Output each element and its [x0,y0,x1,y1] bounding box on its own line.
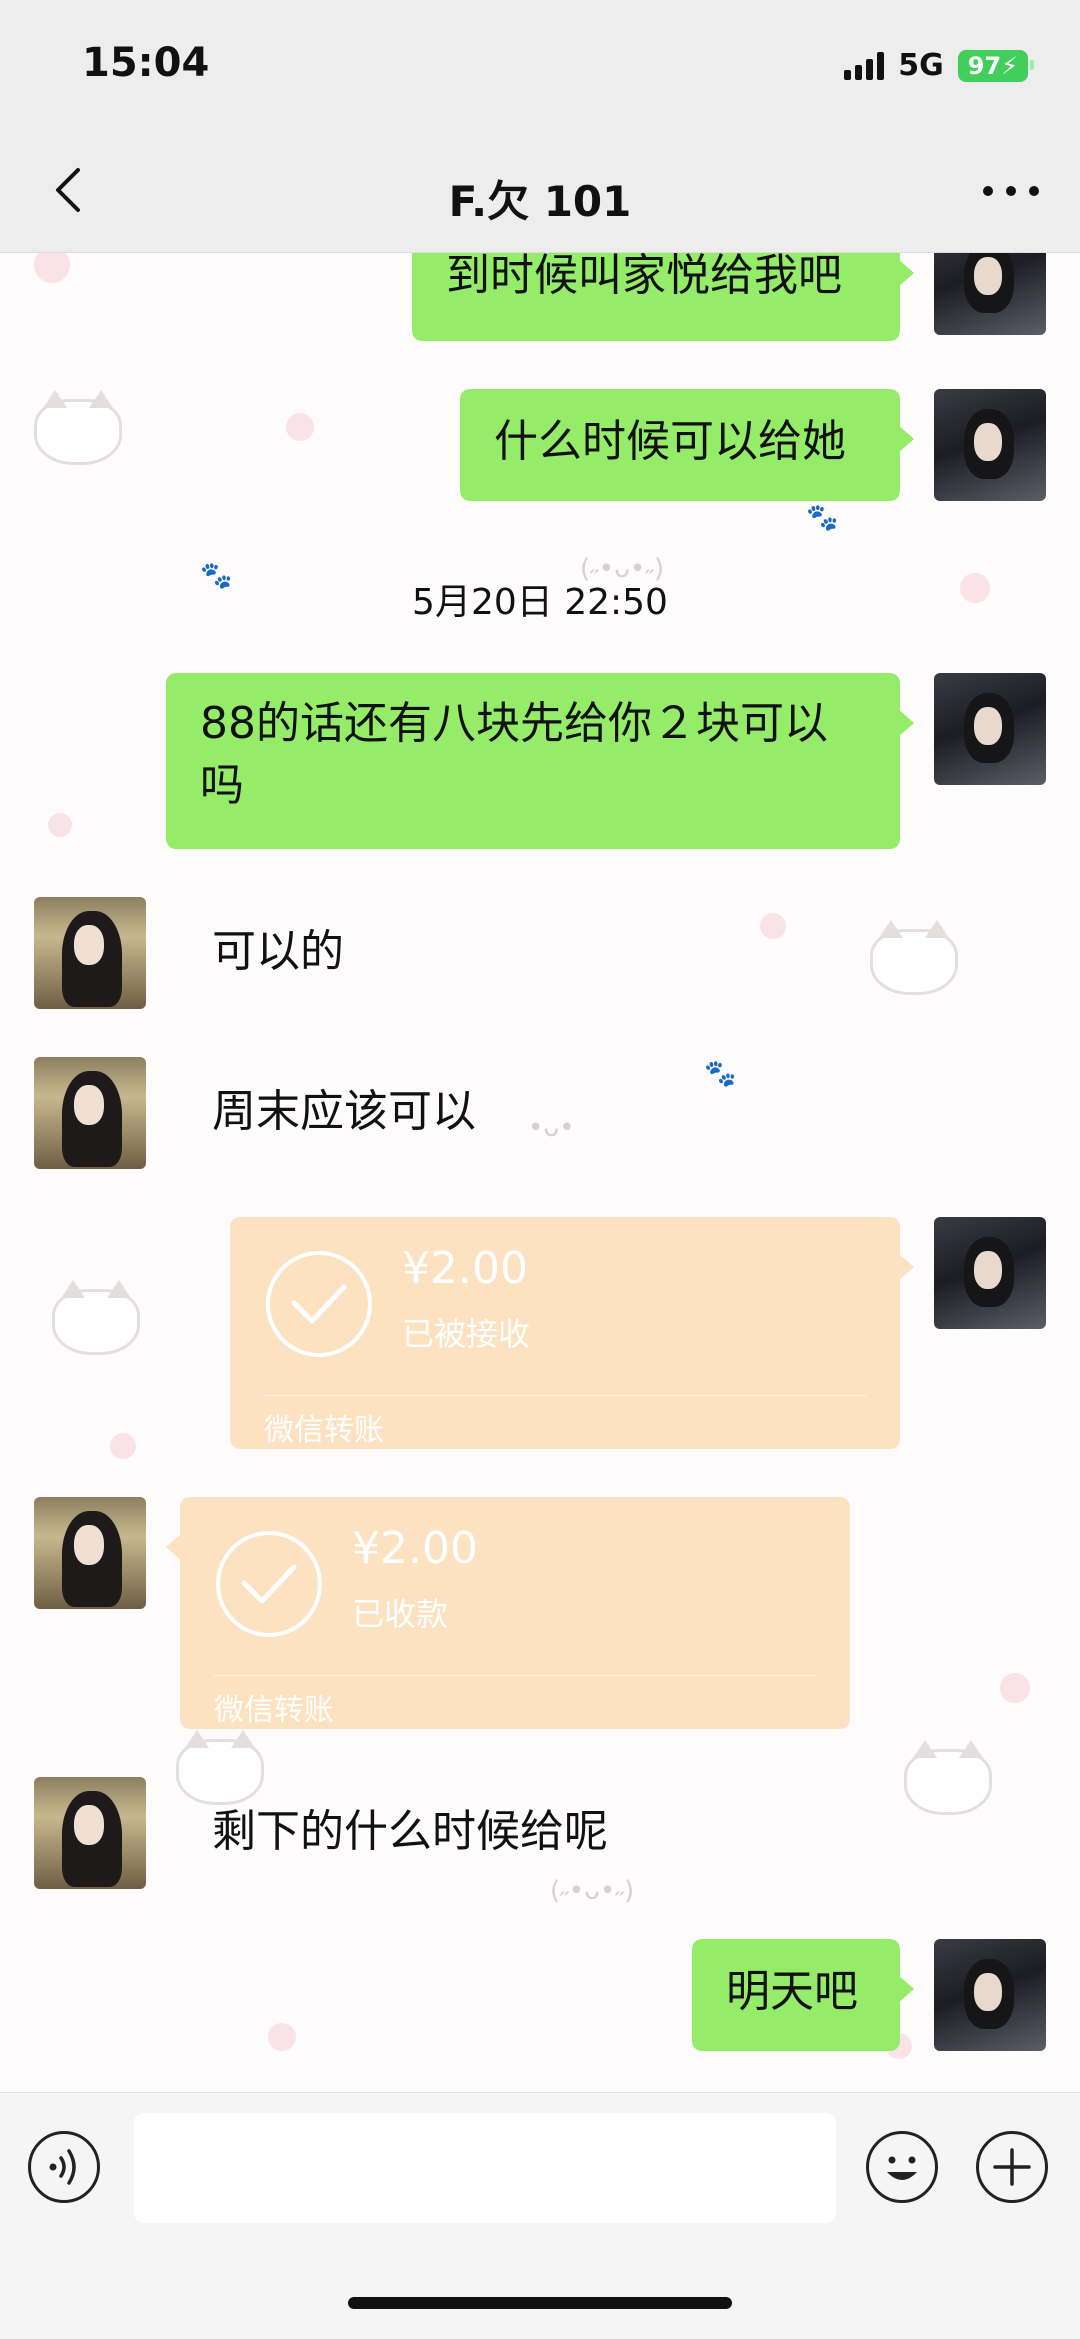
battery-level: 97 [967,51,1002,80]
check-circle-icon [216,1531,322,1637]
contact-avatar[interactable] [34,1057,146,1169]
more-functions-button[interactable] [976,2131,1048,2203]
more-icon[interactable] [976,166,1046,216]
my-avatar[interactable] [934,253,1046,335]
cat-sticker-icon [904,1740,992,1815]
message-input[interactable] [134,2113,836,2223]
transfer-card-sent[interactable]: ¥2.00 已被接收 微信转账 [230,1217,914,1449]
message-timestamp: 5月20日 22:50 [412,582,668,623]
status-time: 15:04 [82,40,210,86]
wallpaper-dot [34,253,70,283]
contact-avatar[interactable] [34,1777,146,1889]
status-bar: 15:04 5G 97⚡ [0,0,1080,130]
cat-sticker-icon [34,390,122,465]
transfer-status: 已收款 [352,1595,449,1633]
chat-area[interactable]: 🐾 🐾 🐾 (˶•ᴗ•˶) •ᴗ• (˶•ᴗ•˶) 到时候叫家悦给我吧 什么时候… [0,253,1080,2091]
contact-avatar[interactable] [34,1497,146,1609]
transfer-card-received[interactable]: ¥2.00 已收款 微信转账 [166,1497,850,1729]
cat-sticker-icon [176,1730,264,1805]
voice-wave-icon [49,2149,76,2185]
wallpaper-dot [48,813,72,837]
message-bubble-sent[interactable]: 什么时候可以给她 [460,389,914,501]
voice-input-button[interactable] [28,2131,100,2203]
battery-icon: 97⚡ [957,49,1035,82]
kaomoji-decoration: •ᴗ• [528,1113,575,1143]
wallpaper-dot [286,413,314,441]
transfer-label: 微信转账 [264,1413,384,1448]
chat-title: F.欠 101 [448,177,632,226]
transfer-divider [264,1395,866,1396]
paw-icon: 🐾 [704,1059,737,1089]
cat-sticker-icon [870,920,958,995]
plus-icon [993,2148,1031,2186]
transfer-divider [214,1675,816,1676]
message-text: 88的话还有八块先给你２块可以吗 [200,698,828,811]
input-bar [0,2092,1080,2339]
wallpaper-dot [268,2023,296,2051]
check-circle-icon [266,1251,372,1357]
network-type: 5G [898,48,944,83]
nav-bar: F.欠 101 [0,130,1080,253]
wallpaper-dot [110,1433,136,1459]
message-text-received[interactable]: 周末应该可以 [212,1081,476,1143]
paw-icon: 🐾 [806,503,839,533]
transfer-amount: ¥2.00 [352,1523,478,1574]
signal-icon [844,51,885,80]
message-text: 什么时候可以给她 [494,416,846,467]
message-text: 到时候叫家悦给我吧 [446,253,842,301]
home-indicator[interactable] [348,2297,732,2309]
kaomoji-decoration: (˶•ᴗ•˶) [550,1876,635,1906]
message-bubble-sent[interactable]: 到时候叫家悦给我吧 [412,253,914,341]
wallpaper-dot [760,913,786,939]
transfer-amount: ¥2.00 [402,1243,528,1294]
my-avatar[interactable] [934,389,1046,501]
smiley-icon [887,2156,917,2180]
status-indicators: 5G 97⚡ [844,48,1035,83]
my-avatar[interactable] [934,1217,1046,1329]
message-bubble-sent[interactable]: 88的话还有八块先给你２块可以吗 [166,673,914,849]
transfer-label: 微信转账 [214,1693,334,1728]
message-text-received[interactable]: 可以的 [212,921,344,983]
transfer-status: 已被接收 [402,1315,531,1353]
cat-sticker-icon [52,1280,140,1355]
message-bubble-sent[interactable]: 明天吧 [692,1939,914,2051]
emoji-button[interactable] [866,2131,938,2203]
message-text-received[interactable]: 剩下的什么时候给呢 [212,1801,608,1863]
my-avatar[interactable] [934,1939,1046,2051]
message-text: 明天吧 [726,1966,858,2017]
wallpaper-dot [1000,1673,1030,1703]
contact-avatar[interactable] [34,897,146,1009]
my-avatar[interactable] [934,673,1046,785]
